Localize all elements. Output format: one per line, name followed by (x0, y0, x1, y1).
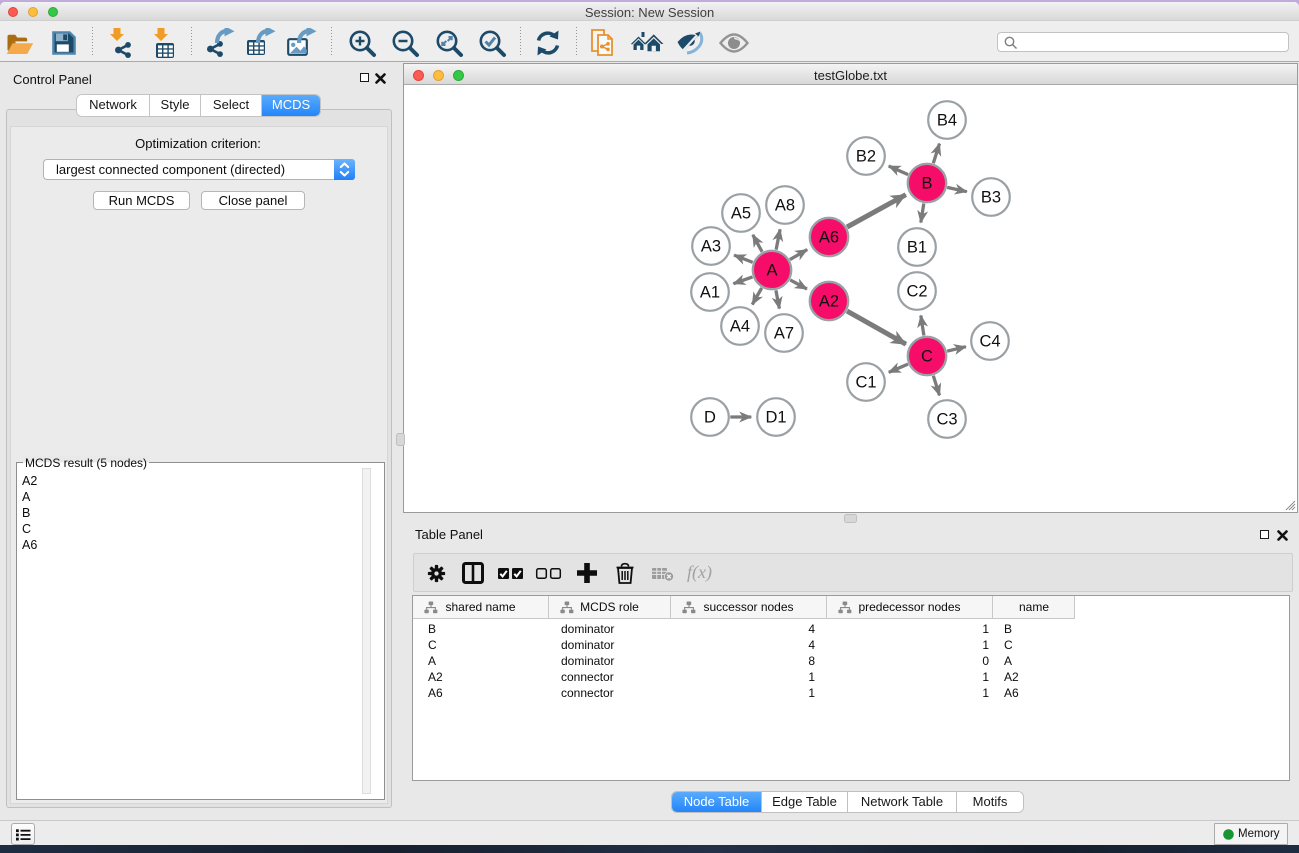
svg-text:C1: C1 (855, 374, 876, 392)
svg-text:A6: A6 (819, 229, 839, 247)
svg-text:D: D (704, 409, 716, 427)
svg-text:B4: B4 (937, 112, 957, 130)
svg-text:A: A (766, 262, 777, 280)
svg-text:B2: B2 (856, 148, 876, 166)
svg-text:B1: B1 (907, 239, 927, 257)
svg-text:C: C (921, 348, 933, 366)
svg-text:C3: C3 (936, 411, 957, 429)
svg-text:A4: A4 (730, 318, 750, 336)
svg-text:A8: A8 (775, 197, 795, 215)
svg-text:A3: A3 (701, 238, 721, 256)
svg-text:A5: A5 (731, 205, 751, 223)
svg-text:B: B (921, 175, 932, 193)
svg-text:D1: D1 (765, 409, 786, 427)
svg-text:C2: C2 (906, 283, 927, 301)
svg-text:A7: A7 (774, 325, 794, 343)
svg-text:A1: A1 (700, 284, 720, 302)
svg-text:C4: C4 (979, 333, 1000, 351)
svg-text:A2: A2 (819, 293, 839, 311)
svg-text:f(x): f(x) (687, 562, 712, 583)
svg-text:B3: B3 (981, 189, 1001, 207)
